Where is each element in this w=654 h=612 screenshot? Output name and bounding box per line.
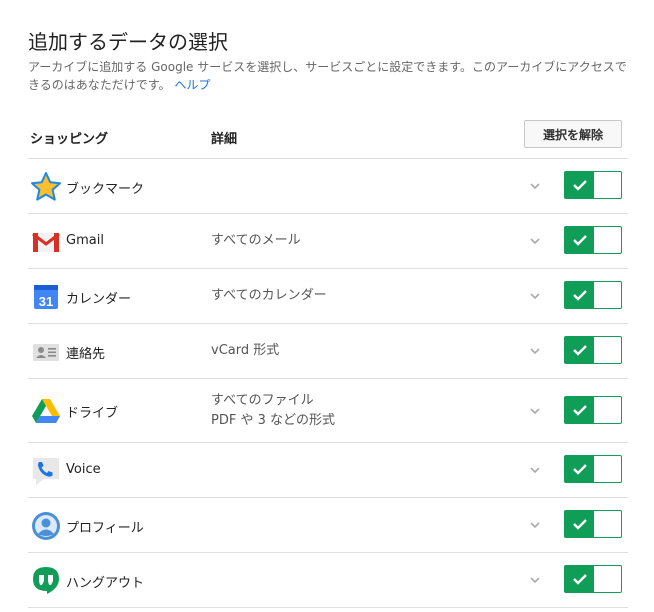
service-name: プロフィール [66, 521, 144, 536]
service-name: カレンダー [66, 292, 132, 307]
table-header: ショッピング 詳細 選択を解除 [28, 118, 628, 159]
service-detail: すべてのカレンダー [211, 288, 327, 303]
page-description: アーカイブに追加する Google サービスを選択し、サービスごとに設定できます… [28, 58, 628, 94]
service-name: ドライブ [66, 406, 119, 421]
service-row-contacts: 連絡先 vCard 形式 [28, 324, 628, 379]
column-header-service: ショッピング [30, 132, 109, 147]
check-icon [565, 456, 594, 482]
service-row-profile: プロフィール [28, 498, 628, 553]
check-icon [565, 227, 594, 253]
service-toggle[interactable] [564, 226, 622, 254]
service-toggle[interactable] [564, 565, 622, 593]
chevron-down-icon[interactable] [528, 179, 542, 193]
service-name: Voice [66, 462, 101, 477]
column-header-details: 詳細 [211, 132, 238, 147]
service-row-drive: ドライブ すべてのファイル PDF や 3 などの形式 [28, 379, 628, 443]
service-detail: すべてのメール [211, 233, 301, 248]
chevron-down-icon[interactable] [528, 289, 542, 303]
service-name: ブックマーク [66, 182, 145, 197]
check-icon [565, 511, 594, 537]
chevron-down-icon[interactable] [528, 463, 542, 477]
service-detail: vCard 形式 [211, 343, 280, 358]
chevron-down-icon[interactable] [528, 344, 542, 358]
profile-icon [30, 510, 62, 542]
calendar-icon-text: 31 [39, 294, 53, 309]
service-name: Gmail [66, 233, 104, 248]
check-icon [565, 397, 594, 423]
chevron-down-icon[interactable] [528, 234, 542, 248]
service-row-gmail: Gmail すべてのメール [28, 214, 628, 269]
service-toggle[interactable] [564, 455, 622, 483]
voice-icon [30, 455, 62, 487]
service-detail: PDF や 3 などの形式 [211, 413, 335, 428]
drive-icon [30, 395, 62, 427]
service-row-voice: Voice [28, 443, 628, 498]
star-icon [30, 171, 62, 203]
service-toggle[interactable] [564, 171, 622, 199]
deselect-all-button[interactable]: 選択を解除 [524, 120, 622, 148]
service-row-hangouts: ハングアウト [28, 553, 628, 608]
service-row-bookmarks: ブックマーク [28, 159, 628, 214]
hangouts-icon [30, 565, 62, 597]
check-icon [565, 282, 594, 308]
check-icon [565, 337, 594, 363]
service-list: ブックマーク Gmail すべてのメール 31 カレンダー すべてのカレンダー … [28, 159, 628, 608]
chevron-down-icon[interactable] [528, 404, 542, 418]
help-link[interactable]: ヘルプ [174, 78, 210, 92]
service-toggle[interactable] [564, 336, 622, 364]
service-name: 連絡先 [66, 347, 106, 362]
calendar-icon: 31 [30, 281, 62, 313]
chevron-down-icon[interactable] [528, 573, 542, 587]
page-title: 追加するデータの選択 [28, 30, 228, 54]
service-row-calendar: 31 カレンダー すべてのカレンダー [28, 269, 628, 324]
gmail-icon [30, 226, 62, 258]
service-toggle[interactable] [564, 510, 622, 538]
service-name: ハングアウト [66, 576, 145, 591]
service-toggle[interactable] [564, 396, 622, 424]
check-icon [565, 566, 594, 592]
contacts-icon [30, 336, 62, 368]
chevron-down-icon[interactable] [528, 518, 542, 532]
service-toggle[interactable] [564, 281, 622, 309]
service-detail: すべてのファイル [211, 393, 314, 408]
check-icon [565, 172, 594, 198]
description-text: アーカイブに追加する Google サービスを選択し、サービスごとに設定できます… [28, 60, 627, 92]
